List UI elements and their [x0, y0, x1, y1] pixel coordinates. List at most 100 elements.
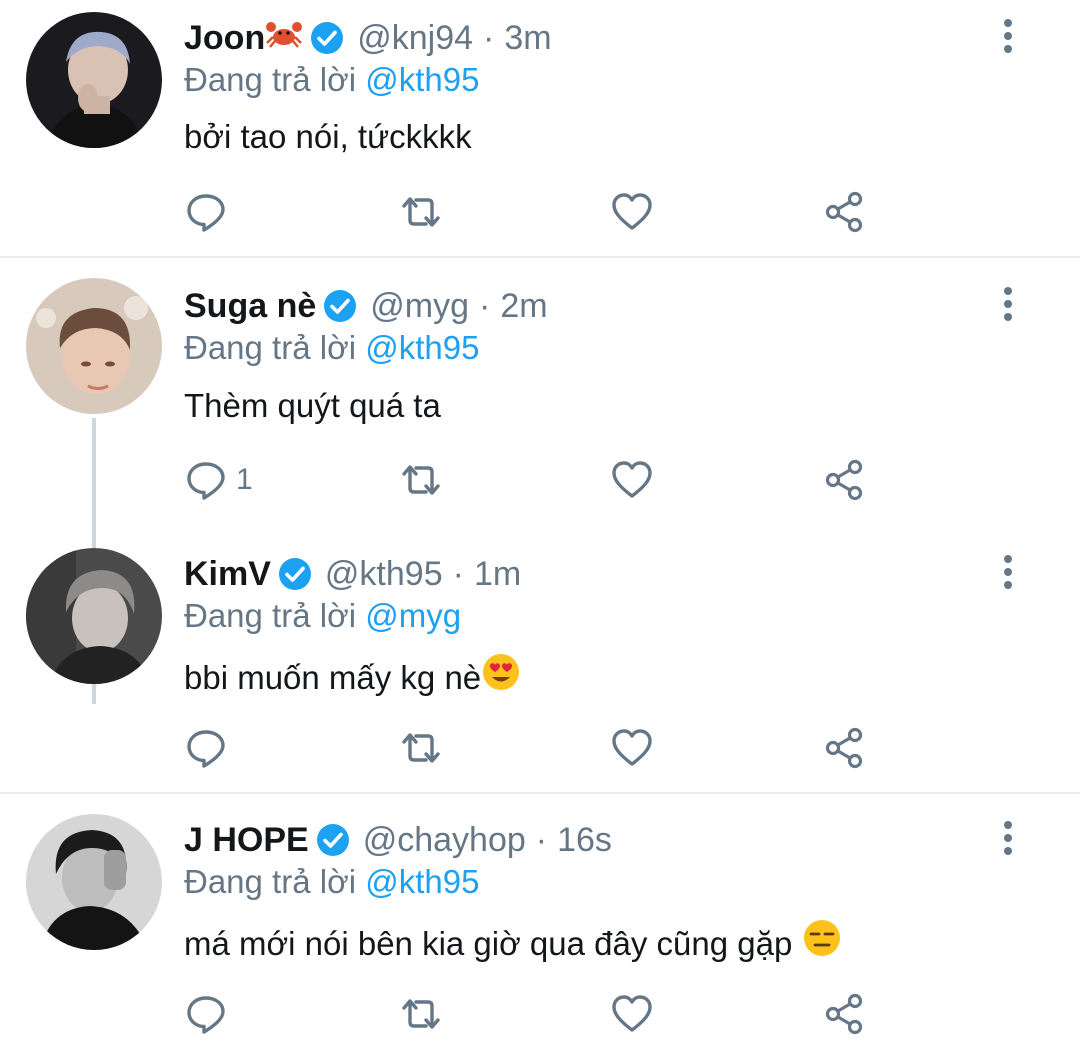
retweet-icon	[402, 999, 440, 1029]
tweet-text: bởi tao nói, tứckkkk	[184, 115, 472, 159]
reply-icon	[187, 996, 225, 1034]
reply-prefix: Đang trả lời	[184, 597, 357, 634]
share-button[interactable]	[822, 990, 866, 1038]
separator-dot: ·	[535, 821, 548, 859]
timestamp[interactable]: 3m	[504, 16, 551, 60]
reply-prefix: Đang trả lời	[184, 863, 357, 900]
share-button[interactable]	[822, 188, 866, 236]
handle[interactable]: @knj94	[357, 16, 473, 60]
retweet-button[interactable]	[396, 724, 446, 772]
share-icon	[825, 993, 863, 1035]
expressionless-emoji	[802, 918, 842, 969]
handle[interactable]: @kth95	[325, 552, 443, 596]
heart-icon	[612, 461, 652, 498]
heart-icon	[612, 193, 652, 230]
tweet-header: J HOPE @chayhop · 16s	[184, 818, 612, 862]
tweet-jhope[interactable]: J HOPE @chayhop · 16s Đang trả lời @kth9…	[0, 794, 1080, 1060]
separator-dot: ·	[479, 287, 491, 325]
reply-to-link[interactable]: @kth95	[365, 329, 479, 366]
more-vertical-icon	[1004, 555, 1012, 589]
retweet-button[interactable]	[396, 188, 446, 236]
verified-badge-icon	[277, 556, 313, 592]
avatar[interactable]	[26, 814, 162, 950]
tweet-suga[interactable]: Suga nè @myg · 2m Đang trả lời @kth95 Th…	[0, 258, 1080, 704]
like-button[interactable]	[610, 188, 654, 236]
tweet-text-content: bbi muốn mấy kg nè	[184, 658, 482, 696]
reply-context: Đang trả lời @kth95	[184, 327, 479, 369]
display-name[interactable]: Joon	[184, 16, 265, 60]
tweet-text-content: Thèm quýt quá ta	[184, 387, 441, 424]
retweet-icon	[402, 465, 440, 495]
retweet-icon	[402, 733, 440, 763]
heart-eyes-emoji	[481, 652, 521, 703]
more-button[interactable]	[996, 818, 1020, 858]
handle[interactable]: @myg	[370, 284, 469, 328]
action-bar	[184, 188, 884, 236]
avatar[interactable]	[26, 12, 162, 148]
like-button[interactable]	[610, 990, 654, 1038]
tweet-joon[interactable]: Joon @knj94 · 3m Đang trả lời @kth95 bởi…	[0, 0, 1080, 256]
reply-to-link[interactable]: @kth95	[365, 863, 479, 900]
tweet-header: Joon @knj94 · 3m	[184, 16, 552, 60]
reply-to-link[interactable]: @myg	[365, 597, 461, 634]
reply-context: Đang trả lời @myg	[184, 595, 461, 637]
action-bar: 1	[184, 456, 884, 504]
reply-count: 1	[236, 463, 253, 496]
like-button[interactable]	[610, 724, 654, 772]
reply-prefix: Đang trả lời	[184, 61, 357, 98]
reply-button[interactable]	[184, 188, 236, 236]
reply-icon	[187, 730, 225, 768]
reply-icon	[187, 462, 225, 500]
reply-prefix: Đang trả lời	[184, 329, 357, 366]
reply-button[interactable]	[184, 990, 236, 1038]
timestamp[interactable]: 2m	[500, 284, 547, 328]
tweet-text: Thèm quýt quá ta	[184, 384, 441, 428]
more-vertical-icon	[1004, 821, 1012, 855]
heart-icon	[612, 729, 652, 766]
verified-badge-icon	[322, 288, 358, 324]
retweet-icon	[402, 197, 440, 227]
reply-to-link[interactable]: @kth95	[365, 61, 479, 98]
action-bar	[184, 990, 884, 1038]
share-icon	[825, 459, 863, 501]
display-name[interactable]: KimV	[184, 552, 271, 596]
more-button[interactable]	[996, 284, 1020, 324]
timestamp[interactable]: 1m	[474, 552, 521, 596]
separator-dot: ·	[483, 19, 495, 57]
reply-button[interactable]	[184, 724, 236, 772]
reply-context: Đang trả lời @kth95	[184, 861, 479, 903]
separator-dot: ·	[452, 555, 464, 593]
display-name[interactable]: J HOPE	[184, 818, 309, 862]
tweet-header: KimV @kth95 · 1m	[184, 552, 521, 596]
handle[interactable]: @chayhop	[363, 818, 526, 862]
tweet-kimv[interactable]: KimV @kth95 · 1m Đang trả lời @myg bbi m…	[0, 528, 1080, 790]
retweet-button[interactable]	[396, 990, 446, 1038]
tweet-text-content: bởi tao nói, tứckkkk	[184, 118, 472, 155]
reply-context: Đang trả lời @kth95	[184, 59, 479, 101]
share-button[interactable]	[822, 724, 866, 772]
display-name[interactable]: Suga nè	[184, 284, 316, 328]
retweet-button[interactable]	[396, 456, 446, 504]
heart-icon	[612, 995, 652, 1032]
more-vertical-icon	[1004, 287, 1012, 321]
verified-badge-icon	[315, 822, 351, 858]
avatar[interactable]	[26, 278, 162, 414]
more-button[interactable]	[996, 16, 1020, 56]
timestamp[interactable]: 16s	[557, 818, 612, 862]
reply-button[interactable]: 1	[184, 456, 253, 504]
more-button[interactable]	[996, 552, 1020, 592]
tweet-text: má mới nói bên kia giờ qua đây cũng gặp	[184, 918, 842, 969]
more-vertical-icon	[1004, 19, 1012, 53]
avatar[interactable]	[26, 548, 162, 684]
tweet-header: Suga nè @myg · 2m	[184, 284, 548, 328]
tweet-text-content: má mới nói bên kia giờ qua đây cũng gặp	[184, 924, 793, 962]
like-button[interactable]	[610, 456, 654, 504]
tweet-text: bbi muốn mấy kg nè	[184, 652, 521, 703]
share-icon	[825, 727, 863, 769]
crab-emoji	[265, 16, 303, 60]
share-button[interactable]	[822, 456, 866, 504]
verified-badge-icon	[309, 20, 345, 56]
timeline: Joon @knj94 · 3m Đang trả lời @kth95 bởi…	[0, 0, 1080, 1060]
reply-icon	[187, 194, 225, 232]
share-icon	[825, 191, 863, 233]
